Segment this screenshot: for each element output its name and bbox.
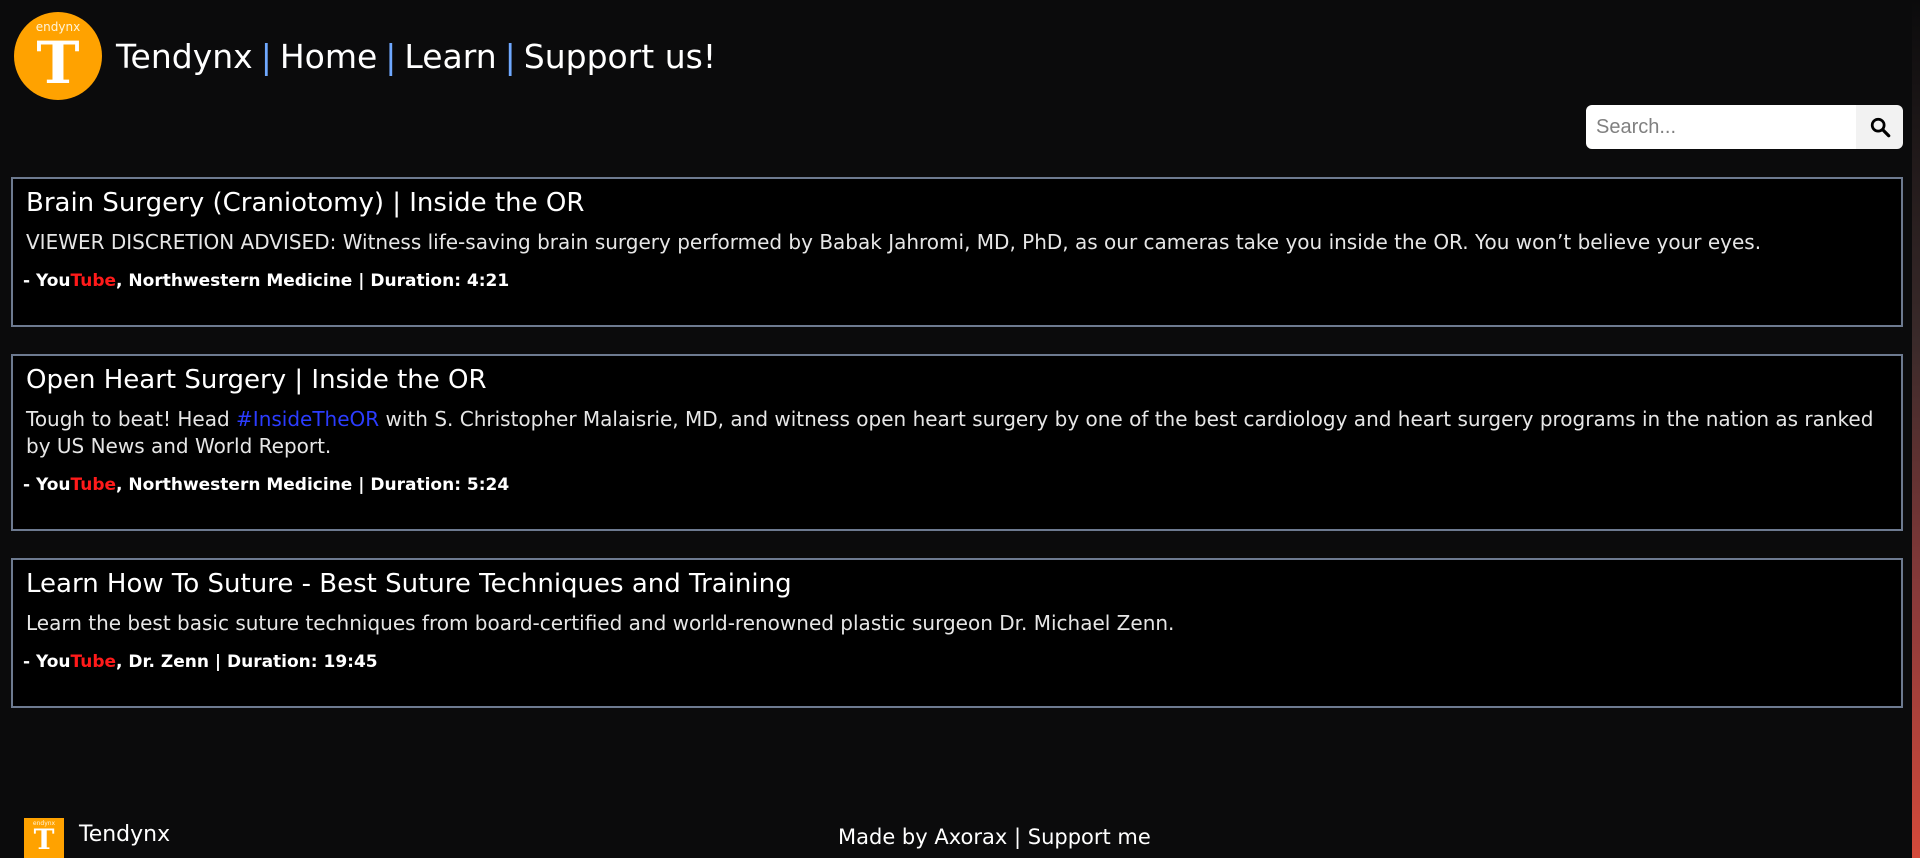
source-you: - You <box>23 652 71 672</box>
nav-link-learn[interactable]: Learn <box>404 37 496 76</box>
description-text: VIEWER DISCRETION ADVISED: Witness life-… <box>26 230 1762 254</box>
video-description: Tough to beat! Head #InsideTheOR with S.… <box>26 406 1889 460</box>
channel-duration: , Northwestern Medicine | Duration: 5:24 <box>116 475 510 495</box>
search-input[interactable] <box>1586 105 1856 149</box>
nav-link-tendynx[interactable]: Tendynx <box>116 37 253 76</box>
video-title[interactable]: Learn How To Suture - Best Suture Techni… <box>26 566 1889 602</box>
search-button[interactable] <box>1856 105 1903 149</box>
source-tube: Tube <box>70 652 117 672</box>
site-logo[interactable]: endynx T <box>14 12 102 100</box>
footer-brand: Tendynx <box>79 822 171 847</box>
logo-letter: T <box>36 29 80 97</box>
footer-logo-letter: T <box>33 823 55 856</box>
hashtag-link[interactable]: #InsideTheOR <box>236 407 379 431</box>
video-meta: - YouTube, Northwestern Medicine | Durat… <box>23 271 1889 291</box>
footer-credits: Made by Axorax | Support me <box>838 825 1151 849</box>
video-description: Learn the best basic suture techniques f… <box>26 610 1889 637</box>
source-you: - You <box>23 271 71 291</box>
video-card[interactable]: Learn How To Suture - Best Suture Techni… <box>11 558 1903 708</box>
search-icon <box>1870 117 1890 138</box>
description-text: Learn the best basic suture techniques f… <box>26 611 1175 635</box>
footer-logo[interactable]: endynx T <box>24 818 64 858</box>
made-by-text: Made by Axorax <box>838 825 1008 849</box>
source-tube: Tube <box>70 271 117 291</box>
video-title[interactable]: Brain Surgery (Craniotomy) | Inside the … <box>26 185 1889 221</box>
scrollbar-edge <box>1912 0 1920 858</box>
channel-duration: , Dr. Zenn | Duration: 19:45 <box>116 652 378 672</box>
video-meta: - YouTube, Dr. Zenn | Duration: 19:45 <box>23 652 1889 672</box>
footer-separator: | <box>1013 825 1022 849</box>
nav-separator: | <box>504 36 516 76</box>
video-meta: - YouTube, Northwestern Medicine | Durat… <box>23 475 1889 495</box>
support-me-link[interactable]: Support me <box>1028 825 1151 849</box>
source-you: - You <box>23 475 71 495</box>
nav-link-home[interactable]: Home <box>280 37 377 76</box>
video-card[interactable]: Brain Surgery (Craniotomy) | Inside the … <box>11 177 1903 327</box>
video-title[interactable]: Open Heart Surgery | Inside the OR <box>26 362 1889 398</box>
source-tube: Tube <box>70 475 117 495</box>
video-card[interactable]: Open Heart Surgery | Inside the OR Tough… <box>11 354 1903 531</box>
search-bar <box>1586 105 1903 150</box>
main-nav: Tendynx | Home | Learn | Support us! <box>116 37 716 76</box>
nav-separator: | <box>260 36 272 76</box>
description-text: Tough to beat! Head <box>26 407 237 431</box>
nav-separator: | <box>385 36 397 76</box>
site-header: endynx T Tendynx | Home | Learn | Suppor… <box>14 12 716 100</box>
video-description: VIEWER DISCRETION ADVISED: Witness life-… <box>26 229 1889 256</box>
nav-link-support-us[interactable]: Support us! <box>524 37 716 76</box>
channel-duration: , Northwestern Medicine | Duration: 4:21 <box>116 271 510 291</box>
